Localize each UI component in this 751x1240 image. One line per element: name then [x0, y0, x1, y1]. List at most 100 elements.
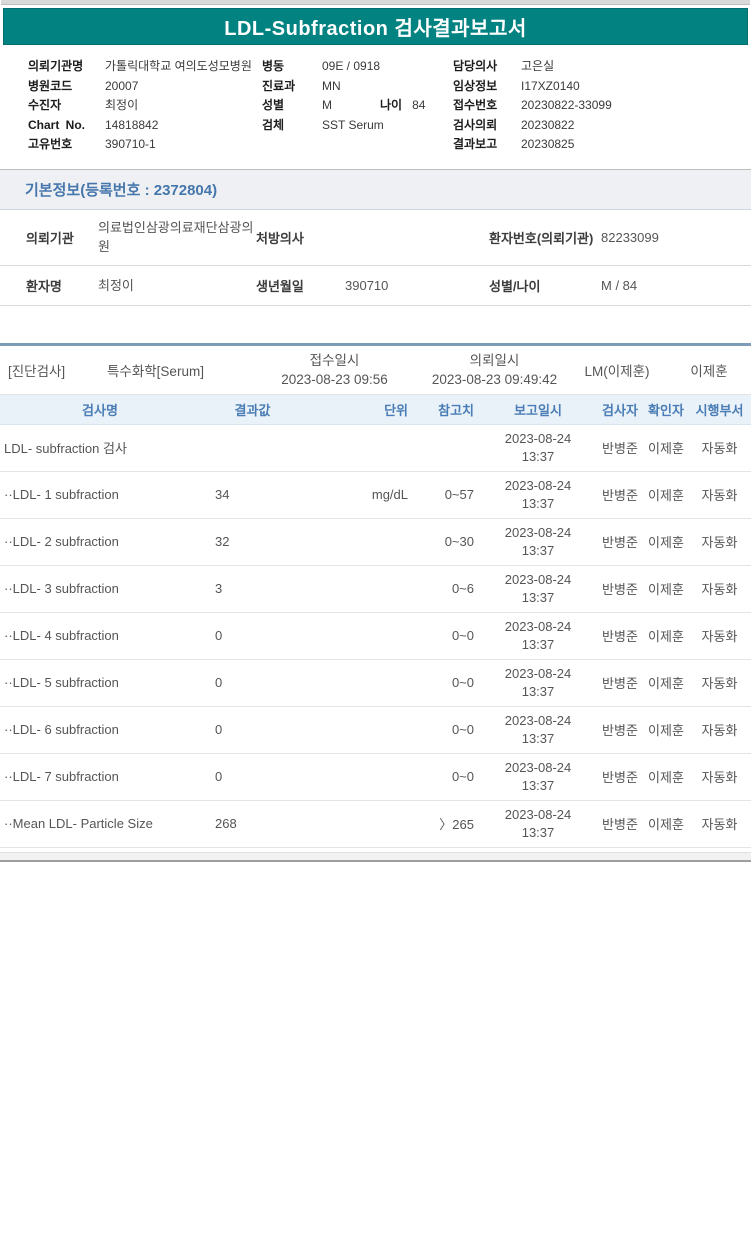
- receipt-datetime-block: 접수일시 2023-08-23 09:56: [247, 351, 422, 389]
- info-value: 고은실: [521, 59, 555, 73]
- info-label: 병동: [262, 59, 285, 73]
- report-time: 13:37: [521, 589, 555, 605]
- info-label: 수진자: [28, 98, 62, 112]
- report-date: 2023-08-24: [504, 430, 572, 446]
- confirmer-name: 이제훈: [648, 488, 684, 503]
- results-col-header: 검사명: [82, 402, 118, 418]
- report-date: 2023-08-24: [504, 524, 572, 540]
- performing-dept: 자동화: [701, 441, 738, 456]
- info-value: M 나이 84: [298, 96, 453, 116]
- performing-dept: 자동화: [701, 629, 738, 644]
- info-value: 14818842: [105, 117, 159, 132]
- report-date: 2023-08-24: [504, 806, 572, 822]
- result-row: ··LDL- 4 subfraction 0 0~0 2023-08-24 13…: [0, 613, 751, 660]
- info-value-text: SST Serum: [322, 117, 384, 132]
- report-title: LDL-Subfraction 검사결과보고서: [224, 18, 527, 40]
- result-row: ··LDL- 2 subfraction 32 0~30 2023-08-24 …: [0, 519, 751, 566]
- info-label: 진료과: [262, 78, 296, 93]
- header-info-row: 수진자 최정이 성별 M 나이 84 접수번호 20230822-33099: [28, 96, 751, 116]
- info-value-text: M: [322, 98, 332, 112]
- report-date: 2023-08-24: [504, 712, 572, 728]
- report-datetime: 2023-08-24 13:37: [480, 477, 596, 513]
- patient-row: 의뢰기관 의료법인삼광의료재단삼광의원 처방의사 환자번호(의뢰기관) 8223…: [0, 210, 751, 266]
- test-name: ··LDL- 6 subfraction: [4, 722, 119, 737]
- info-label: 임상정보: [453, 78, 498, 93]
- info-label: 담당의사: [453, 59, 498, 73]
- report-time: 13:37: [521, 730, 555, 746]
- info-value: 09E / 0918: [298, 57, 453, 77]
- info-value: 가톨릭대학교 여의도성모병원: [105, 59, 252, 73]
- reference-range: 0~57: [444, 487, 474, 502]
- result-row: ··LDL- 5 subfraction 0 0~0 2023-08-24 13…: [0, 660, 751, 707]
- test-name: ··LDL- 1 subfraction: [4, 487, 119, 502]
- info-label: 접수번호: [453, 98, 498, 112]
- info-label: Chart No.: [28, 117, 85, 132]
- info-value-text: MN: [322, 78, 341, 93]
- report-time: 13:37: [521, 448, 555, 464]
- report-time: 13:37: [521, 495, 555, 511]
- report-date: 2023-08-24: [504, 759, 572, 775]
- report-datetime: 2023-08-24 13:37: [480, 524, 596, 560]
- performing-dept: 자동화: [701, 770, 738, 785]
- patient-value: 의료법인삼광의료재단삼광의원: [98, 218, 256, 256]
- report-date: 2023-08-24: [504, 571, 572, 587]
- tester-name: 반병준: [602, 770, 638, 785]
- report-time: 13:37: [521, 824, 555, 840]
- result-row: ··LDL- 6 subfraction 0 0~0 2023-08-24 13…: [0, 707, 751, 754]
- info-label: [262, 135, 298, 155]
- result-value: 32: [215, 534, 230, 549]
- info-value-text: [322, 135, 380, 155]
- report-title-bar: LDL-Subfraction 검사결과보고서: [3, 8, 748, 45]
- confirmer-name: 이제훈: [648, 535, 684, 550]
- basic-info-band: 기본정보(등록번호 : 2372804): [0, 168, 751, 210]
- tester-name: 반병준: [602, 676, 638, 691]
- patient-value-text: 최정이: [98, 277, 134, 293]
- report-datetime: 2023-08-24 13:37: [480, 571, 596, 607]
- info-value: [298, 135, 453, 155]
- patient-row: 환자명 최정이 생년월일 390710 성별/나이 M / 84: [0, 266, 751, 306]
- report-datetime: 2023-08-24 13:37: [480, 430, 596, 466]
- report-datetime: 2023-08-24 13:37: [480, 806, 596, 842]
- tester-name: 반병준: [602, 488, 638, 503]
- info-label: 고유번호: [28, 137, 73, 151]
- tester-name: 반병준: [602, 723, 638, 738]
- confirmer-name: 이제훈: [648, 629, 684, 644]
- patient-label: 생년월일: [256, 278, 304, 294]
- reference-range: 0~0: [451, 769, 474, 784]
- section-test-group: 특수화학[Serum]: [107, 363, 204, 379]
- report-datetime: 2023-08-24 13:37: [480, 665, 596, 701]
- result-unit: mg/dL: [371, 487, 408, 502]
- request-label: 의뢰일시: [469, 352, 520, 368]
- test-name: ··LDL- 2 subfraction: [4, 534, 119, 549]
- tester-name: 반병준: [602, 535, 638, 550]
- results-col-header: 단위: [384, 402, 408, 418]
- performing-dept: 자동화: [701, 817, 738, 832]
- tester-name: 반병준: [602, 629, 638, 644]
- basic-info-title: 기본정보(등록번호 : 2372804): [25, 181, 218, 199]
- reference-range: 〉265: [439, 817, 474, 832]
- patient-label: 성별/나이: [489, 278, 541, 294]
- test-name: ··Mean LDL- Particle Size: [4, 816, 153, 831]
- age-label: 나이: [380, 98, 403, 112]
- info-label: 의뢰기관명: [28, 59, 84, 73]
- info-value: 20230822: [521, 117, 575, 132]
- performing-dept: 자동화: [701, 535, 738, 550]
- tester-name: 반병준: [602, 582, 638, 597]
- report-page: LDL-Subfraction 검사결과보고서 의뢰기관명 가톨릭대학교 여의도…: [0, 0, 751, 862]
- confirmer-name: 이제훈: [648, 770, 684, 785]
- info-value: 20007: [105, 78, 139, 93]
- receipt-time: 2023-08-23 09:56: [281, 371, 388, 387]
- info-label: 성별: [262, 98, 285, 112]
- patient-value-text: 의료법인삼광의료재단삼광의원: [98, 220, 254, 254]
- reference-range: 0~6: [451, 581, 474, 596]
- report-datetime: 2023-08-24 13:37: [480, 759, 596, 795]
- reference-range: 0~0: [451, 722, 474, 737]
- info-value: SST Serum: [298, 116, 453, 136]
- info-label: 결과보고: [453, 137, 498, 151]
- results-col-header: 확인자: [648, 402, 684, 418]
- performing-dept: 자동화: [701, 582, 738, 597]
- confirmer-name: 이제훈: [648, 676, 684, 691]
- result-value: 0: [215, 769, 223, 784]
- patient-value: 390710: [345, 277, 389, 293]
- results-col-header: 보고일시: [514, 402, 562, 418]
